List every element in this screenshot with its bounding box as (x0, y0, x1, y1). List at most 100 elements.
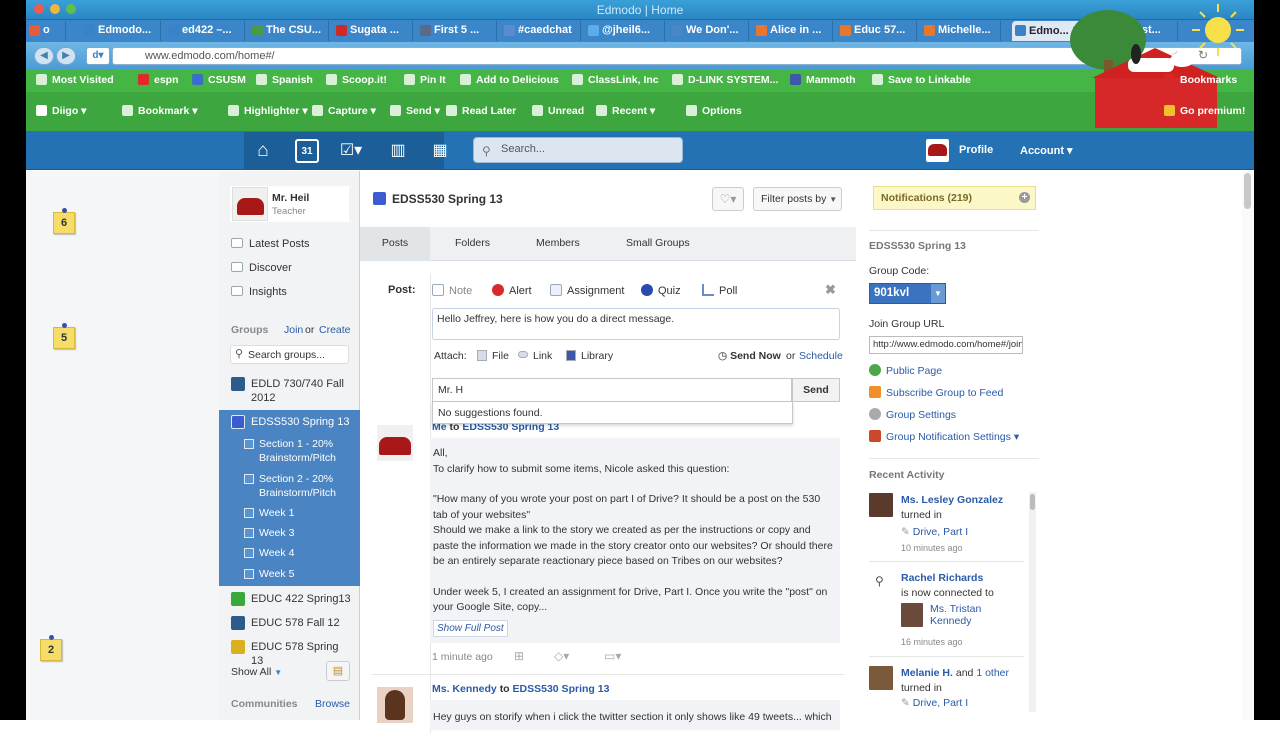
back-button[interactable]: ◀ (34, 47, 54, 65)
tag-icon[interactable]: ◇▾ (554, 649, 569, 663)
diigo-read-later[interactable]: Read Later (446, 105, 516, 117)
notifications-button[interactable]: Notifications (219) + (873, 186, 1036, 210)
bookmark-scoopit[interactable]: Scoop.it! (326, 74, 387, 86)
group-code[interactable]: 901kvl ▼ (869, 283, 946, 304)
tab-members[interactable]: Members (536, 237, 580, 249)
post-type-note[interactable]: Note (432, 284, 472, 297)
activity-user[interactable]: Ms. Lesley Gonzalez (901, 494, 1003, 506)
bookmark-classlink[interactable]: ClassLink, Inc (572, 74, 659, 86)
bookmark-dlink[interactable]: D-LINK SYSTEM... (672, 74, 778, 86)
group-item[interactable]: EDUC 422 Spring13 (231, 592, 351, 606)
diigo-menu[interactable]: Diigo ▾ (36, 105, 86, 117)
activity-name[interactable]: Ms. Lesley Gonzalez (901, 494, 1003, 506)
avatar[interactable] (926, 139, 949, 162)
forward-button[interactable]: ▶ (56, 47, 76, 65)
group-item[interactable]: EDUC 578 Spring 13 (231, 640, 351, 667)
post-type-alert[interactable]: Alert (492, 284, 532, 297)
archive-button[interactable]: ▤ (326, 661, 350, 681)
browser-tab[interactable]: ed422 –... (165, 21, 245, 41)
send-button[interactable]: Send (792, 378, 840, 402)
group-item[interactable]: EDUC 578 Fall 12 (231, 616, 351, 630)
checkbox[interactable] (244, 508, 254, 518)
attach-library[interactable]: Library (566, 350, 613, 362)
browser-tab[interactable]: Alice in ... (753, 21, 833, 41)
activity-link[interactable]: Ms. Tristan Kennedy (930, 603, 1010, 627)
activity-user[interactable]: Rachel Richards (901, 572, 983, 584)
message-textarea[interactable]: Hello Jeffrey, here is how you do a dire… (432, 308, 840, 340)
browser-tab[interactable]: o (26, 21, 66, 41)
sidebar-item-discover[interactable]: Discover (231, 262, 292, 274)
avatar[interactable] (377, 687, 413, 723)
go-premium-link[interactable]: Go premium! (1164, 105, 1245, 117)
bookmark-most-visited[interactable]: Most Visited (36, 74, 114, 86)
avatar[interactable] (901, 603, 923, 627)
checkbox[interactable] (244, 528, 254, 538)
filter-posts-dropdown[interactable]: Filter posts by ▼ (753, 187, 842, 211)
avatar[interactable] (377, 425, 413, 461)
home-icon[interactable]: ⌂ (250, 138, 276, 164)
diigo-bookmark[interactable]: Bookmark ▾ (122, 105, 198, 117)
attach-link[interactable]: Link (518, 350, 552, 362)
activity-user[interactable]: Melanie H. (901, 667, 953, 679)
library-icon[interactable]: ▥ (385, 138, 411, 164)
group-notification-settings-link[interactable]: Group Notification Settings ▾ (869, 430, 1019, 443)
browser-tab[interactable]: Edmodo... (81, 21, 161, 41)
send-now-option[interactable]: ◷ Send Now (718, 350, 781, 362)
activity-link[interactable]: ✎ Drive, Part I (901, 526, 968, 538)
sticky-note[interactable]: 2 (40, 635, 62, 661)
create-group-link[interactable]: Create (319, 324, 351, 336)
diigo-icon[interactable]: d▾ (86, 47, 110, 65)
browser-tab[interactable]: @jheil6... (585, 21, 665, 41)
public-page-link[interactable]: Public Page (869, 364, 942, 377)
user-card[interactable]: Mr. Heil Teacher (230, 186, 349, 222)
post-type-assignment[interactable]: Assignment (550, 284, 624, 297)
close-icon[interactable]: ✖ (825, 282, 836, 298)
chevron-down-icon[interactable]: ▼ (931, 284, 945, 303)
diigo-capture[interactable]: Capture ▾ (312, 105, 376, 117)
diigo-highlighter[interactable]: Highlighter ▾ (228, 105, 308, 117)
sidebar-item-insights[interactable]: Insights (231, 286, 287, 298)
browser-tab[interactable]: #caedchat (501, 21, 581, 41)
avatar[interactable] (869, 666, 893, 690)
bookmark-save-to-linkable[interactable]: Save to Linkable (872, 74, 971, 86)
search-input[interactable]: ⚲ Search... (473, 137, 683, 163)
bookmark-espn[interactable]: espn (138, 74, 179, 86)
comment-icon[interactable]: ▭▾ (604, 649, 621, 663)
bookmarks-menu[interactable]: Bookmarks (1164, 74, 1237, 86)
diigo-send[interactable]: Send ▾ (390, 105, 440, 117)
subgroup-item[interactable]: Section 2 - 20% Brainstorm/Pitch (244, 472, 354, 500)
subgroup-item[interactable]: Week 1 (244, 506, 354, 520)
avatar[interactable] (869, 493, 893, 517)
group-item-selected[interactable]: EDSS530 Spring 13 (231, 415, 351, 429)
browser-tab[interactable]: Educ 57... (837, 21, 917, 41)
follow-heart-button[interactable]: ♡▾ (712, 187, 744, 211)
bookmark-add-to-delicious[interactable]: Add to Delicious (460, 74, 559, 86)
bookmark-spanish[interactable]: Spanish (256, 74, 313, 86)
post-type-poll[interactable]: Poll (702, 284, 737, 297)
page-scrollbar[interactable] (1242, 171, 1254, 720)
activity-other-link[interactable]: 1 other (976, 667, 1009, 679)
recipient-input[interactable]: Mr. H (432, 378, 792, 402)
tab-small-groups[interactable]: Small Groups (626, 237, 690, 249)
tab-folders[interactable]: Folders (455, 237, 490, 249)
apps-grid-icon[interactable]: ▦ (427, 138, 453, 164)
subscribe-feed-link[interactable]: Subscribe Group to Feed (869, 386, 1003, 399)
sticky-note[interactable]: 6 (53, 208, 75, 234)
activity-scrollbar[interactable] (1029, 492, 1036, 712)
bookmark-mammoth[interactable]: Mammoth (790, 74, 856, 86)
show-all-link[interactable]: Show All ▼ (231, 666, 282, 678)
checkbox[interactable] (244, 439, 254, 449)
post-author[interactable]: Ms. Kennedy (432, 683, 497, 695)
join-group-link[interactable]: Join (284, 324, 303, 336)
browser-tab[interactable]: We Don'... (669, 21, 749, 41)
activity-link[interactable]: ✎ Drive, Part I (901, 697, 968, 709)
reply-icon[interactable]: ⊞ (514, 649, 524, 663)
tab-posts[interactable]: Posts (360, 227, 430, 261)
post-group-link[interactable]: EDSS530 Spring 13 (513, 683, 610, 695)
browser-tab[interactable]: First 5 ... (417, 21, 497, 41)
diigo-unread[interactable]: Unread (532, 105, 584, 117)
group-settings-link[interactable]: Group Settings (869, 408, 956, 421)
checkbox[interactable] (244, 569, 254, 579)
subgroup-item[interactable]: Section 1 - 20% Brainstorm/Pitch (244, 437, 354, 465)
checkbox[interactable] (244, 548, 254, 558)
